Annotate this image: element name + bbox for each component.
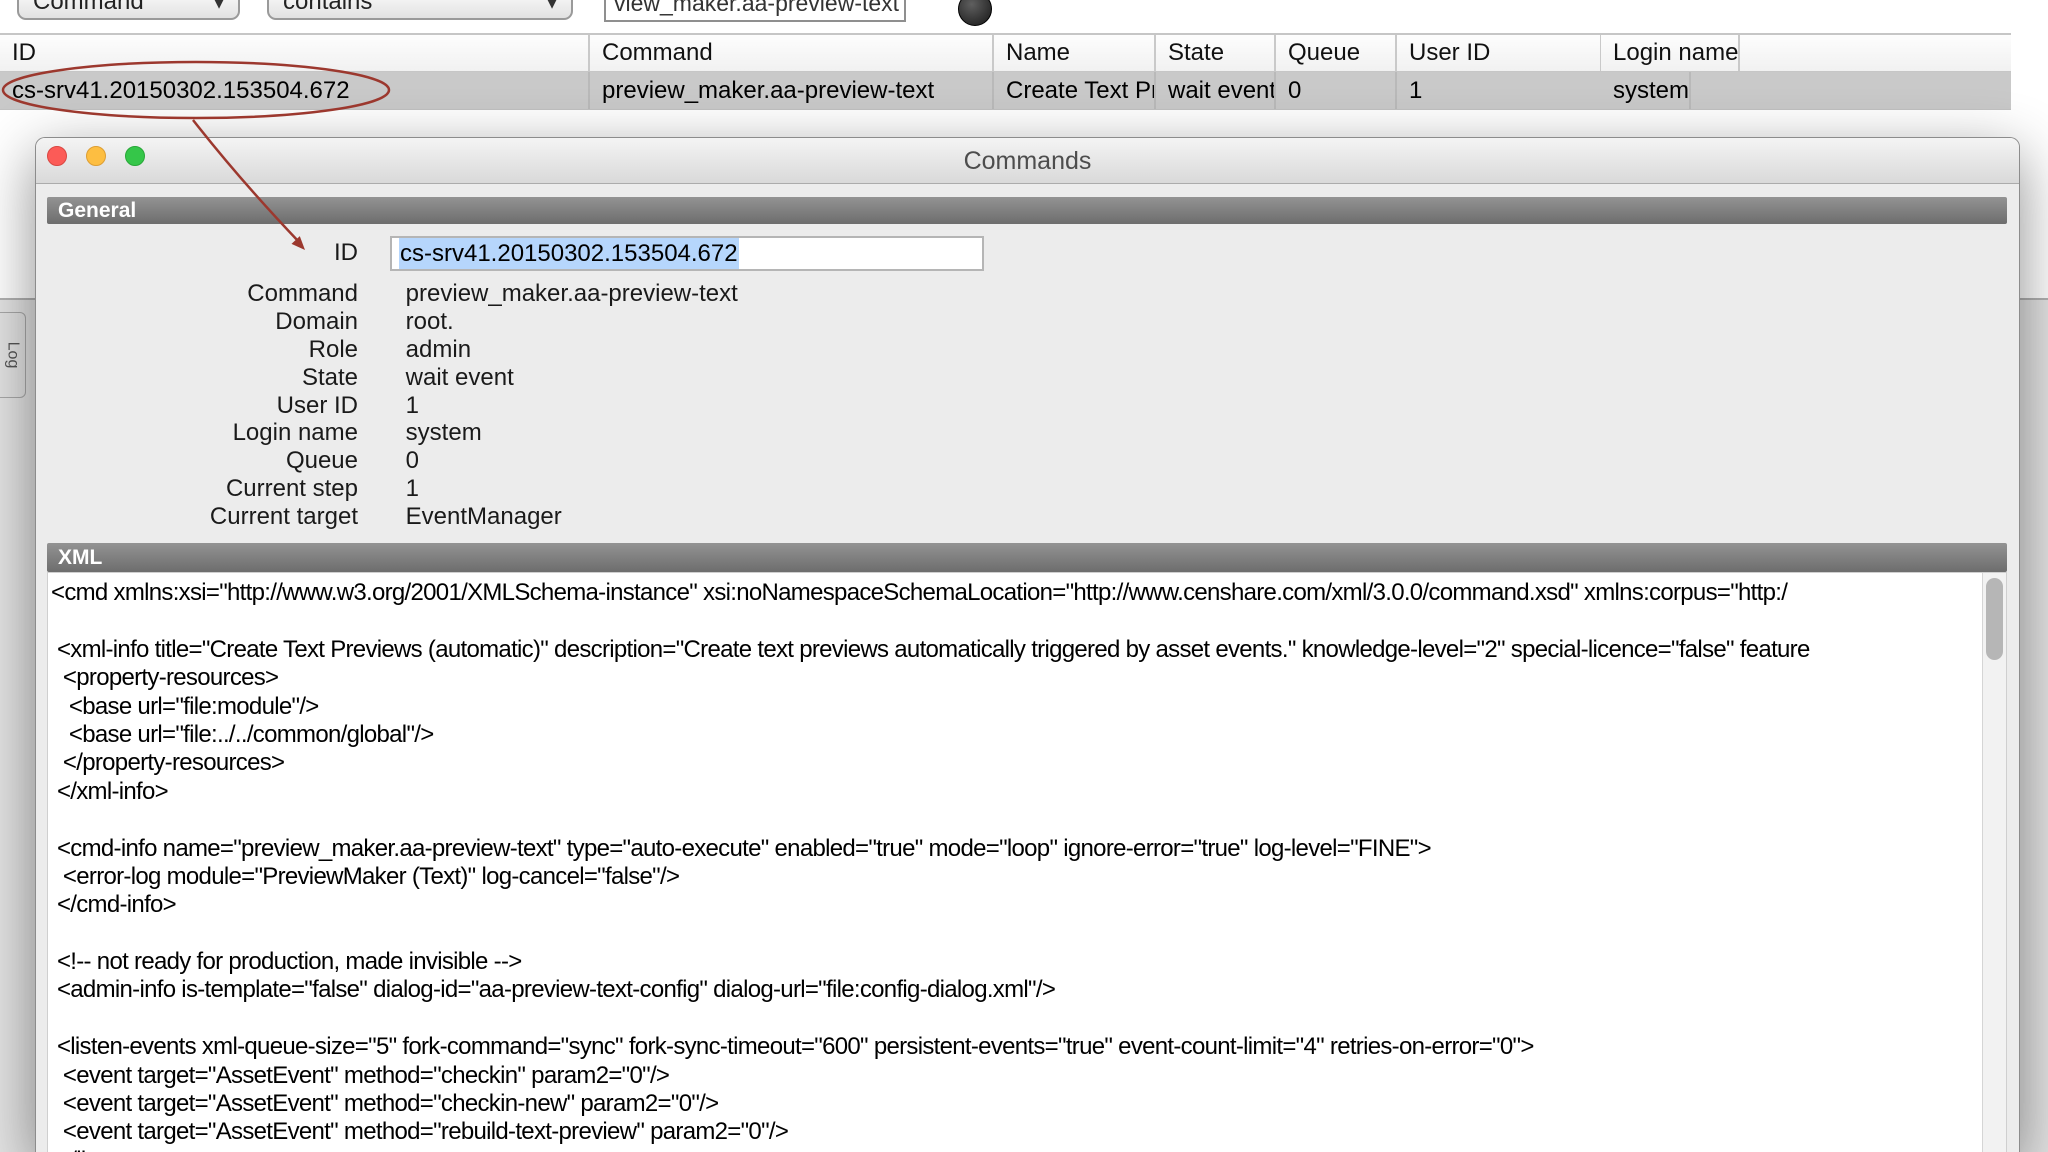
- xml-line: <event target="AssetEvent" method="check…: [51, 1090, 1980, 1118]
- xml-line: <event target="AssetEvent" method="check…: [51, 1062, 1980, 1090]
- xml-line: <!-- not ready for production, made invi…: [51, 948, 1980, 976]
- dialog-title: Commands: [36, 138, 2019, 184]
- id-input-selected-text: cs-srv41.20150302.153504.672: [399, 238, 739, 270]
- side-panel-tab[interactable]: Log: [0, 312, 26, 398]
- xml-section-label: XML: [58, 546, 102, 570]
- table-cell: cs-srv41.20150302.153504.672: [0, 72, 590, 109]
- xml-line: <base url="file:../../common/global"/>: [51, 721, 1980, 749]
- search-toolbar: Command ▾ contains ▾ view_maker.aa-previ…: [0, 0, 2048, 33]
- field-value: 1: [406, 475, 419, 502]
- xml-line: [51, 607, 1980, 635]
- field-row: State wait event: [36, 364, 2019, 392]
- column-header[interactable]: Name: [994, 35, 1156, 71]
- xml-line: [51, 1005, 1980, 1033]
- field-label: Role: [36, 336, 358, 364]
- xml-line: <listen-events xml-queue-size="5" fork-c…: [51, 1033, 1980, 1061]
- field-label: Command: [36, 280, 358, 308]
- field-label: Domain: [36, 308, 358, 336]
- field-value: preview_maker.aa-preview-text: [406, 280, 738, 307]
- xml-scrollbar[interactable]: [1982, 573, 2006, 1152]
- operator-dropdown[interactable]: contains ▾: [267, 0, 573, 20]
- xml-line: </listen-events>: [51, 1147, 1980, 1152]
- table-cell: 1: [1397, 72, 1601, 109]
- table-header-row: IDCommandNameStateQueueUser IDLogin name: [0, 33, 2011, 72]
- table-row-selected[interactable]: cs-srv41.20150302.153504.672preview_make…: [0, 72, 2011, 110]
- field-row: User ID 1: [36, 392, 2019, 420]
- column-header[interactable]: Command: [590, 35, 994, 71]
- xml-section-header: XML: [47, 543, 2007, 572]
- field-value: root.: [406, 308, 454, 335]
- field-label: Login name: [36, 419, 358, 447]
- run-search-icon[interactable]: [958, 0, 992, 26]
- field-row: Login name system: [36, 419, 2019, 447]
- dialog-titlebar[interactable]: Commands: [36, 138, 2019, 184]
- table-cell: 0: [1276, 72, 1397, 109]
- xml-line: <cmd-info name="preview_maker.aa-preview…: [51, 835, 1980, 863]
- field-row: Queue 0: [36, 447, 2019, 475]
- xml-scrollbar-thumb[interactable]: [1986, 578, 2003, 660]
- id-field-label: ID: [36, 239, 358, 267]
- commands-table: IDCommandNameStateQueueUser IDLogin name…: [0, 33, 2011, 110]
- general-fields-list: Command preview_maker.aa-preview-text Do…: [36, 280, 2019, 531]
- id-input[interactable]: cs-srv41.20150302.153504.672: [390, 236, 984, 271]
- field-label: State: [36, 364, 358, 392]
- field-label: Current target: [36, 503, 358, 531]
- side-panel-tab-label: Log: [4, 342, 22, 369]
- field-row: Current step 1: [36, 475, 2019, 503]
- chevron-down-icon: ▾: [529, 0, 557, 15]
- xml-editor[interactable]: <cmd xmlns:xsi="http://www.w3.org/2001/X…: [47, 572, 2007, 1152]
- field-row: Domain root.: [36, 308, 2019, 336]
- xml-line: </property-resources>: [51, 749, 1980, 777]
- xml-line: <base url="file:module"/>: [51, 693, 1980, 721]
- id-field-row: ID cs-srv41.20150302.153504.672: [36, 235, 2019, 271]
- chevron-down-icon: ▾: [196, 0, 224, 15]
- table-cell: Create Text Previews (automatic): [994, 72, 1156, 109]
- xml-line: <xml-info title="Create Text Previews (a…: [51, 636, 1980, 664]
- field-label: Current step: [36, 475, 358, 503]
- xml-line: <event target="AssetEvent" method="rebui…: [51, 1118, 1980, 1146]
- field-row: Command preview_maker.aa-preview-text: [36, 280, 2019, 308]
- field-value: system: [406, 419, 482, 446]
- field-dropdown-label: Command: [33, 0, 144, 16]
- xml-line: [51, 806, 1980, 834]
- operator-dropdown-label: contains: [283, 0, 372, 16]
- field-label: Queue: [36, 447, 358, 475]
- xml-line: </xml-info>: [51, 778, 1980, 806]
- search-input-value: view_maker.aa-preview-text: [614, 0, 899, 17]
- screen-root: Log Command ▾ contains ▾ view_maker.aa-p…: [0, 0, 2048, 1152]
- field-value: EventManager: [406, 503, 562, 530]
- field-value: wait event: [406, 364, 514, 391]
- xml-line: <error-log module="PreviewMaker (Text)" …: [51, 863, 1980, 891]
- xml-line: <admin-info is-template="false" dialog-i…: [51, 976, 1980, 1004]
- table-cell: wait event: [1156, 72, 1276, 109]
- xml-line: <cmd xmlns:xsi="http://www.w3.org/2001/X…: [51, 579, 1980, 607]
- field-row: Current target EventManager: [36, 503, 2019, 531]
- field-row: Role admin: [36, 336, 2019, 364]
- commands-dialog: Commands General ID cs-srv41.20150302.15…: [35, 137, 2020, 1152]
- xml-line: [51, 920, 1980, 948]
- field-label: User ID: [36, 392, 358, 420]
- field-value: 1: [406, 392, 419, 419]
- column-header[interactable]: Login name: [1601, 35, 1740, 71]
- search-input[interactable]: view_maker.aa-preview-text: [604, 0, 906, 22]
- general-section-label: General: [58, 199, 136, 223]
- xml-line: <property-resources>: [51, 664, 1980, 692]
- column-header[interactable]: Queue: [1276, 35, 1397, 71]
- general-section-header: General: [47, 197, 2007, 224]
- xml-text: <cmd xmlns:xsi="http://www.w3.org/2001/X…: [51, 579, 1980, 1152]
- table-cell: system: [1601, 72, 1691, 109]
- xml-line: </cmd-info>: [51, 891, 1980, 919]
- table-cell: preview_maker.aa-preview-text: [590, 72, 994, 109]
- column-header[interactable]: State: [1156, 35, 1276, 71]
- column-header[interactable]: ID: [0, 35, 590, 71]
- field-dropdown[interactable]: Command ▾: [17, 0, 240, 20]
- field-value: admin: [406, 336, 471, 363]
- field-value: 0: [406, 447, 419, 474]
- column-header[interactable]: User ID: [1397, 35, 1601, 71]
